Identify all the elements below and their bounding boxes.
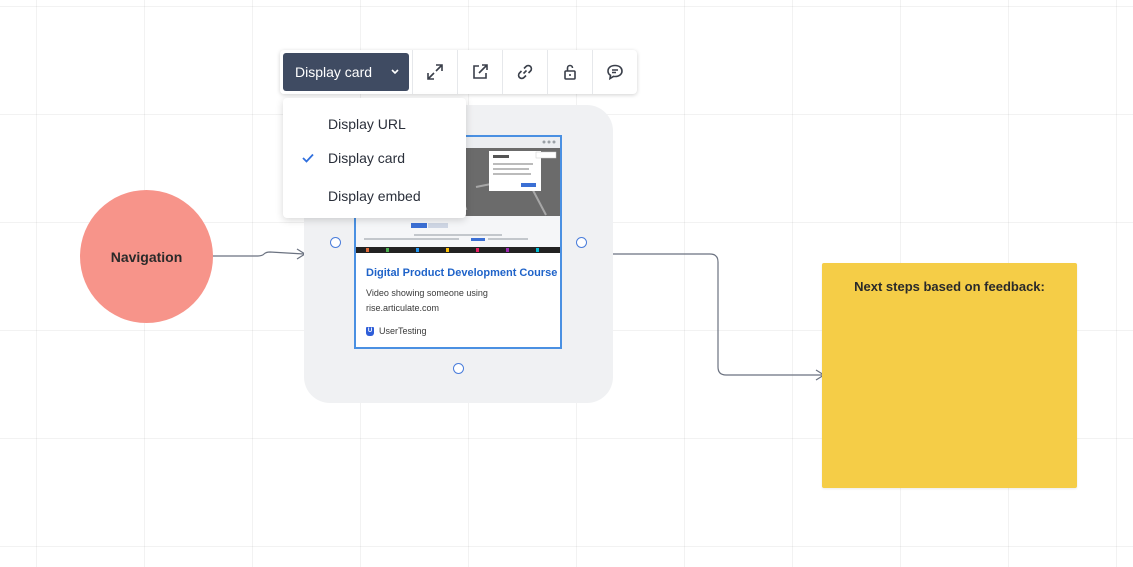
card-source-label: UserTesting — [379, 326, 427, 336]
card-description: Video showing someone using rise.articul… — [366, 288, 488, 313]
usertesting-logo-icon: U — [366, 326, 374, 336]
connection-handle-bottom[interactable] — [453, 363, 464, 374]
chevron-down-icon — [391, 69, 399, 75]
connection-handle-right[interactable] — [576, 237, 587, 248]
external-link-icon — [472, 64, 488, 79]
open-link-button[interactable] — [457, 50, 501, 94]
card-source: U UserTesting — [366, 326, 427, 336]
display-mode-label: Display card — [295, 64, 373, 80]
menu-item-label: Display embed — [328, 188, 421, 204]
checkmark-icon — [302, 153, 314, 163]
navigation-node[interactable]: Navigation — [80, 190, 213, 323]
navigation-node-label: Navigation — [110, 248, 183, 265]
card-title[interactable]: Digital Product Development Course — [366, 267, 557, 279]
unlock-icon — [563, 64, 576, 80]
menu-item-display-card[interactable]: Display card — [283, 143, 466, 173]
menu-item-label: Display URL — [328, 116, 406, 132]
display-mode-dropdown[interactable]: Display card — [283, 53, 409, 91]
display-mode-menu: Display URL Display card Display embed — [283, 98, 466, 218]
expand-icon — [426, 64, 443, 80]
menu-item-label: Display card — [328, 150, 406, 166]
comment-button[interactable] — [592, 50, 636, 94]
lock-button[interactable] — [547, 50, 591, 94]
menu-item-display-embed[interactable]: Display embed — [283, 181, 466, 211]
connector-navigation-to-card — [213, 251, 305, 257]
sticky-note[interactable]: Next steps based on feedback: — [822, 263, 1077, 488]
context-toolbar: Display card — [280, 50, 637, 94]
menu-item-display-url[interactable]: Display URL — [283, 109, 466, 139]
expand-button[interactable] — [412, 50, 456, 94]
link-icon — [517, 64, 532, 80]
sticky-note-text: Next steps based on feedback: — [854, 279, 1045, 294]
copy-link-button[interactable] — [502, 50, 546, 94]
connector-card-to-note — [613, 253, 823, 376]
connection-handle-left[interactable] — [330, 237, 341, 248]
comment-icon — [606, 64, 623, 81]
